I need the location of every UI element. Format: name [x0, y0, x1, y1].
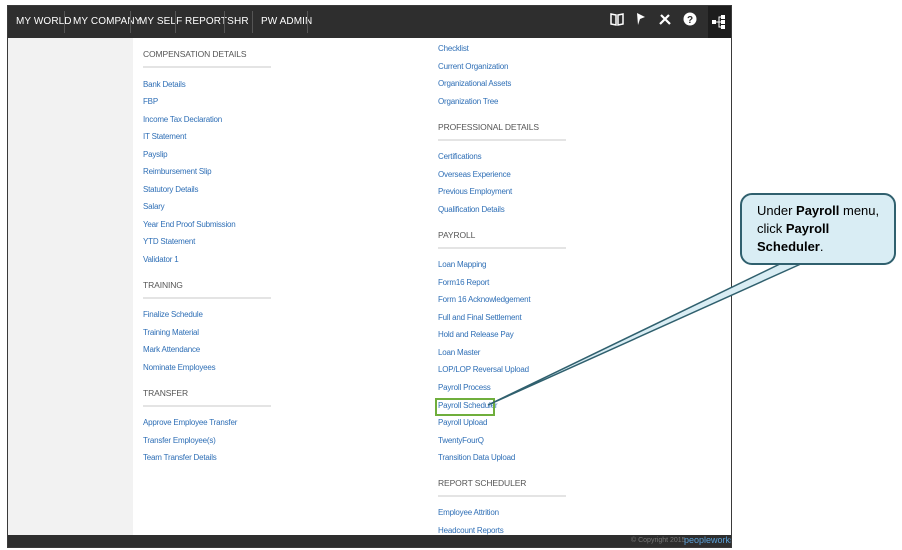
callout-text: Under Payroll menu, click Payroll Schedu… — [757, 202, 891, 256]
callout-pointer — [487, 262, 804, 406]
callout-post: . — [819, 239, 824, 254]
callout-menu: Payroll — [796, 203, 840, 218]
callout-pre: Under — [757, 203, 797, 218]
